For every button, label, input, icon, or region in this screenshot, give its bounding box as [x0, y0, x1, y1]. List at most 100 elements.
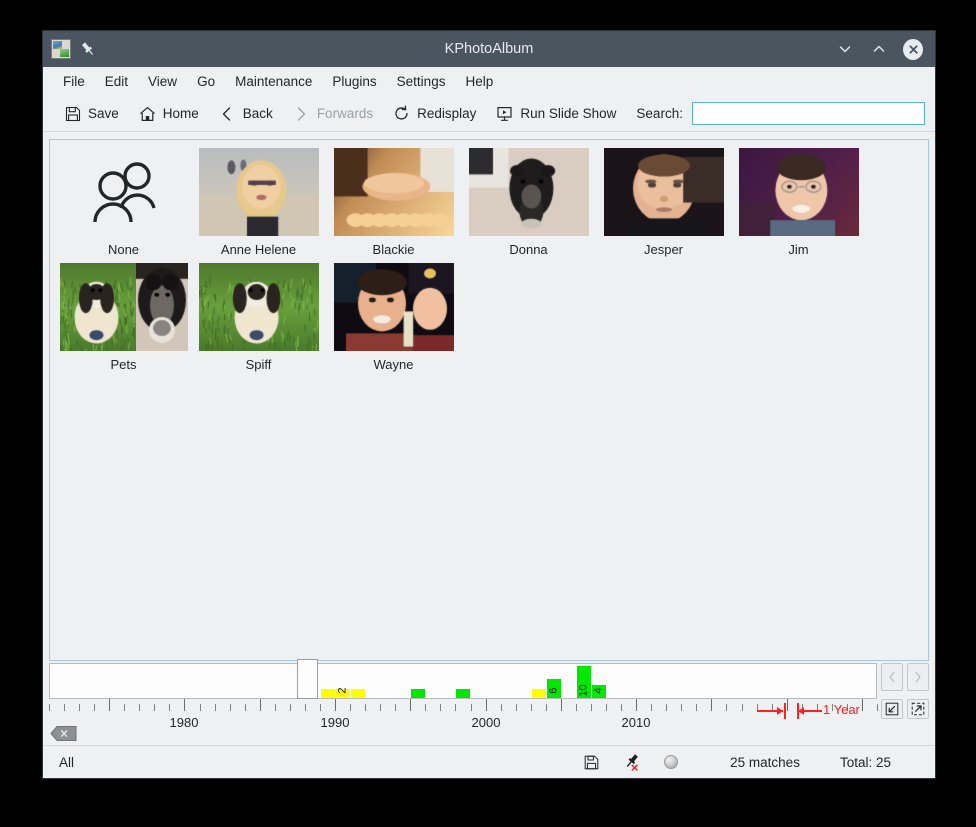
ruler-tick — [305, 704, 306, 711]
status-disconnect-button[interactable] — [618, 751, 644, 773]
ruler-tick — [440, 704, 441, 711]
thumbnail-item[interactable]: Pets — [56, 263, 191, 372]
ruler-tick — [516, 704, 517, 711]
close-icon — [903, 39, 923, 60]
ruler-tick — [320, 704, 321, 711]
ruler-tick — [79, 704, 80, 711]
home-button[interactable]: Home — [130, 101, 208, 126]
date-bar-next-button[interactable] — [907, 663, 929, 691]
date-bar-histogram[interactable]: 2 6 10 4 — [49, 663, 877, 699]
ruler-tick — [109, 699, 110, 711]
histogram-bar[interactable]: 10 — [577, 666, 591, 698]
title-bar: KPhotoAlbum — [43, 31, 935, 67]
histogram-bar[interactable]: 4 — [592, 685, 606, 698]
thumbnail-label: Blackie — [373, 242, 415, 257]
thumbnail-item[interactable]: Jim — [731, 148, 866, 257]
status-save-button[interactable] — [578, 751, 604, 773]
histogram-bar[interactable] — [456, 689, 470, 698]
ruler-tick — [200, 704, 201, 711]
ruler-tick — [636, 699, 637, 711]
thumbnail-label: Spiff — [246, 357, 272, 372]
refresh-icon — [393, 105, 410, 122]
ruler-tick — [230, 704, 231, 711]
minimize-button[interactable] — [835, 39, 855, 59]
date-bar-zoom-in-button[interactable] — [907, 699, 929, 719]
histogram-bar[interactable]: 2 — [336, 689, 350, 698]
thumbnail-image-bitmap — [469, 148, 589, 236]
ruler-tick — [531, 704, 532, 711]
date-bar-cursor[interactable] — [297, 659, 318, 699]
unit-label: 1 Year — [823, 702, 860, 717]
thumbnail-image-bitmap — [199, 263, 319, 351]
thumbnail-item[interactable]: Donna — [461, 148, 596, 257]
thumbnail-item[interactable]: Anne Helene — [191, 148, 326, 257]
thumbnail-label: Wayne — [374, 357, 414, 372]
back-button[interactable]: Back — [210, 101, 282, 126]
histogram-bar[interactable] — [321, 689, 335, 698]
menu-item-settings[interactable]: Settings — [387, 70, 456, 93]
menu-item-view[interactable]: View — [138, 70, 187, 93]
ruler-tick — [711, 699, 712, 711]
date-bar-controls — [881, 663, 929, 719]
ruler-tick — [380, 704, 381, 711]
date-bar-zoom-out-button[interactable] — [881, 699, 903, 719]
status-bar: All 25 matches Total: 25 — [43, 745, 935, 778]
menu-item-edit[interactable]: Edit — [95, 70, 138, 93]
thumbnail-image — [604, 148, 724, 236]
save-button-label: Save — [88, 106, 119, 121]
clear-tag-button[interactable] — [50, 725, 78, 742]
menu-item-help[interactable]: Help — [455, 70, 503, 93]
thumbnail-item[interactable]: Jesper — [596, 148, 731, 257]
histogram-bar[interactable]: 6 — [547, 679, 561, 698]
thumbnail-item[interactable]: Wayne — [326, 263, 461, 372]
ruler-tick — [546, 704, 547, 711]
thumbnail-label: Donna — [509, 242, 547, 257]
zoom-in-icon — [911, 702, 925, 716]
pin-icon[interactable] — [79, 40, 97, 58]
ruler-tick — [576, 704, 577, 711]
date-bar-prev-button[interactable] — [881, 663, 903, 691]
ruler-tick — [425, 704, 426, 711]
ruler-tick — [606, 704, 607, 711]
maximize-button[interactable] — [869, 39, 889, 59]
unit-arrow-left — [757, 710, 783, 712]
thumbnail-image-bitmap — [334, 148, 454, 236]
home-icon — [139, 105, 156, 122]
menu-item-plugins[interactable]: Plugins — [322, 70, 386, 93]
thumbnail-label: None — [108, 242, 139, 257]
ruler-tick — [245, 704, 246, 711]
menu-item-maintenance[interactable]: Maintenance — [225, 70, 322, 93]
ruler-tick — [651, 704, 652, 711]
thumbnail-item[interactable]: None — [56, 148, 191, 257]
save-button[interactable]: Save — [55, 101, 128, 126]
thumbnail-image — [739, 148, 859, 236]
histogram-bar[interactable] — [351, 689, 365, 698]
histogram-bar-count: 10 — [579, 684, 590, 696]
histogram-bar-count: 4 — [594, 687, 605, 693]
date-bar-zoom-row — [881, 699, 929, 719]
unit-arrow-right — [798, 710, 822, 712]
run-slide-show-button[interactable]: Run Slide Show — [487, 101, 625, 126]
thumbnail-item[interactable]: Blackie — [326, 148, 461, 257]
search-label: Search: — [636, 106, 683, 121]
histogram-bar-count: 6 — [549, 687, 560, 693]
floppy-disk-icon — [64, 105, 81, 122]
redisplay-button-label: Redisplay — [417, 106, 476, 121]
close-button[interactable] — [903, 39, 923, 59]
histogram-bar[interactable] — [532, 689, 546, 698]
thumbnail-item[interactable]: Spiff — [191, 263, 326, 372]
thumbnail-image-bitmap — [739, 148, 859, 236]
menu-item-file[interactable]: File — [53, 70, 95, 93]
thumbnail-label: Pets — [110, 357, 136, 372]
thumbnail-browser[interactable]: None Anne Helene Blackie Donna Jesper Jim Pets… — [49, 139, 929, 661]
search-input[interactable] — [692, 102, 925, 125]
ruler-tick — [561, 699, 562, 711]
redisplay-button[interactable]: Redisplay — [384, 101, 485, 126]
ruler-tick — [154, 704, 155, 711]
ruler-tick — [877, 704, 878, 711]
ruler-tick — [410, 699, 411, 711]
menu-bar: File Edit View Go Maintenance Plugins Se… — [43, 67, 935, 96]
histogram-bar[interactable] — [411, 689, 425, 698]
date-bar-canvas[interactable]: 2 6 10 4 1980 1990 2000 2010 1 Year — [49, 663, 877, 721]
menu-item-go[interactable]: Go — [187, 70, 225, 93]
